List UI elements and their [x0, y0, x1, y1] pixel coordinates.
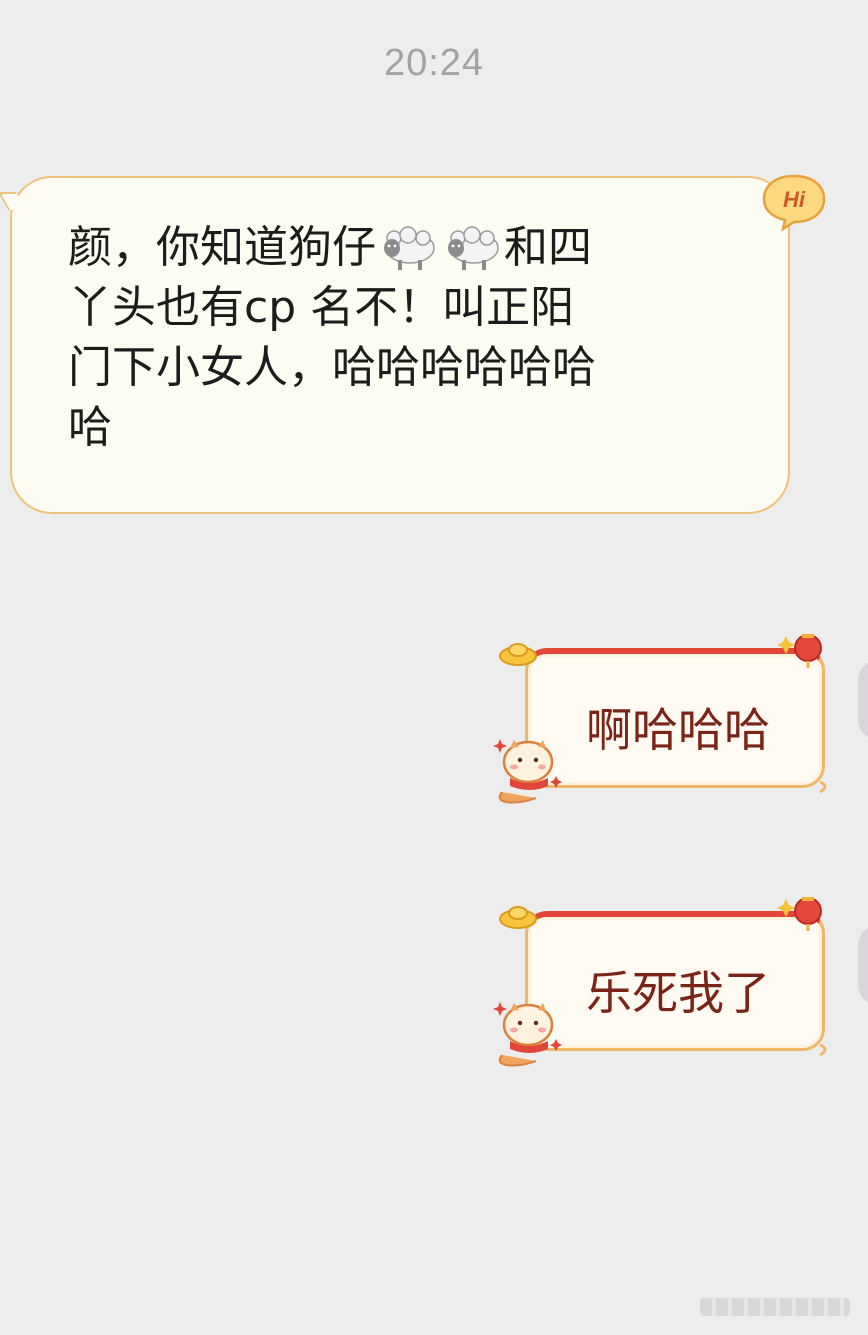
outgoing-message-1[interactable]: 啊哈哈哈	[490, 632, 840, 812]
message-text-part-1: 颜，你知道狗仔	[68, 222, 376, 273]
gold-ingot-icon	[499, 643, 537, 666]
lantern-icon	[777, 634, 822, 668]
outgoing-message-2[interactable]: 乐死我了	[490, 895, 840, 1075]
sheep-icon	[448, 226, 499, 270]
message-text-part-2: 和四	[504, 222, 592, 273]
incoming-message-text: 颜，你知道狗仔 和四丫头也有cp 名不！叫正阳 门下小女人，哈哈哈哈哈哈哈	[68, 218, 748, 458]
bubble-decoration	[493, 897, 827, 1067]
avatar[interactable]	[858, 660, 868, 740]
mascot-icon	[493, 739, 562, 804]
gold-ingot-icon	[499, 906, 537, 929]
lantern-icon	[777, 897, 822, 931]
incoming-message-bubble[interactable]: 颜，你知道狗仔 和四丫头也有cp 名不！叫正阳 门下小女人，哈哈哈哈哈哈哈	[0, 176, 790, 514]
message-text-line-3: 门下小女人，哈哈哈哈哈哈	[68, 342, 596, 393]
bubble-tail	[0, 192, 27, 210]
message-text-line-2: 丫头也有cp 名不！叫正阳	[68, 282, 575, 333]
avatar[interactable]	[858, 925, 868, 1005]
home-indicator	[700, 1298, 850, 1316]
hi-badge-text: Hi	[783, 187, 806, 212]
hi-badge-icon: Hi	[762, 174, 826, 232]
bubble-decoration	[493, 634, 827, 804]
sheep-icon	[384, 226, 435, 270]
message-text-line-4: 哈	[68, 402, 112, 453]
mascot-icon	[493, 1002, 562, 1067]
message-timestamp: 20:24	[383, 42, 485, 84]
